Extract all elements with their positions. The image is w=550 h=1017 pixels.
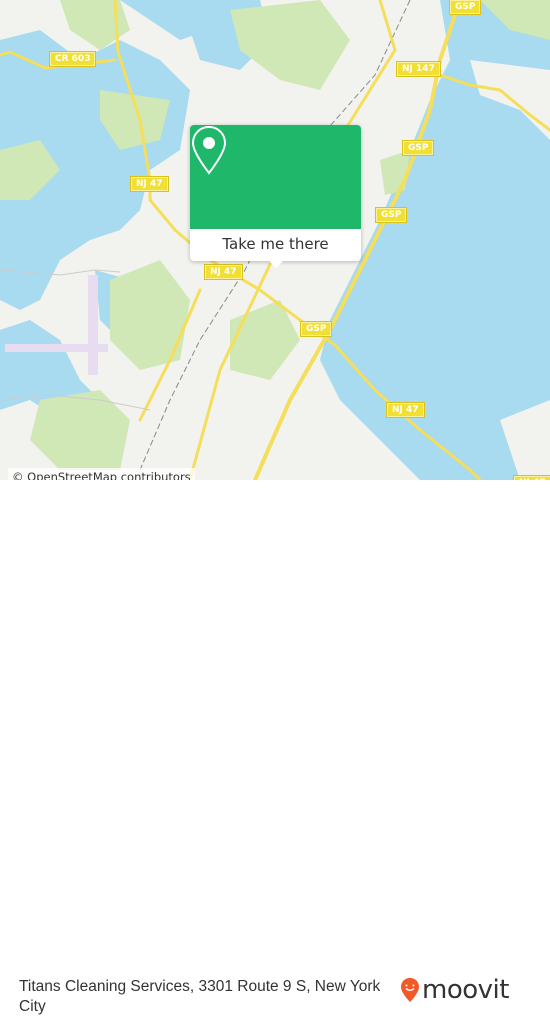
park-area (230, 0, 350, 90)
airport-runway (5, 344, 108, 352)
take-me-there-button[interactable]: Take me there (190, 229, 361, 261)
map-pin-icon (191, 125, 227, 175)
road-shield-nj47: NJ 47 (204, 264, 243, 280)
footer: Titans Cleaning Services, 3301 Route 9 S… (0, 480, 550, 1015)
road-shield-nj147: NJ 147 (396, 61, 441, 77)
airport-runway (88, 275, 98, 375)
park-area (110, 260, 190, 370)
map-attribution[interactable]: © OpenStreetMap contributors (8, 468, 195, 480)
road-shield-gsp: GSP (299, 321, 333, 337)
moovit-pin-icon (401, 978, 419, 1002)
place-address: Titans Cleaning Services, 3301 Route 9 S… (19, 978, 381, 1015)
popup-pointer (268, 260, 284, 268)
road-shield-nj47: NJ 47 (130, 176, 169, 192)
road-shield-nj47: NJ 47 (386, 402, 425, 418)
map-canvas[interactable]: CR 603 NJ 47 NJ 147 GSP GSP GSP NJ 47 GS… (0, 0, 550, 480)
park-area (30, 390, 130, 470)
road-shield-gsp: GSP (401, 140, 435, 156)
location-popup: Take me there (190, 125, 361, 268)
road-shield-gsp: GSP (448, 0, 482, 15)
popup-header (190, 125, 361, 229)
moovit-logo[interactable]: moovit (400, 975, 509, 1005)
road-shield-cr603: CR 603 (48, 51, 97, 67)
road-shield-gsp: GSP (374, 207, 408, 223)
brand-name: moovit (422, 975, 509, 1005)
